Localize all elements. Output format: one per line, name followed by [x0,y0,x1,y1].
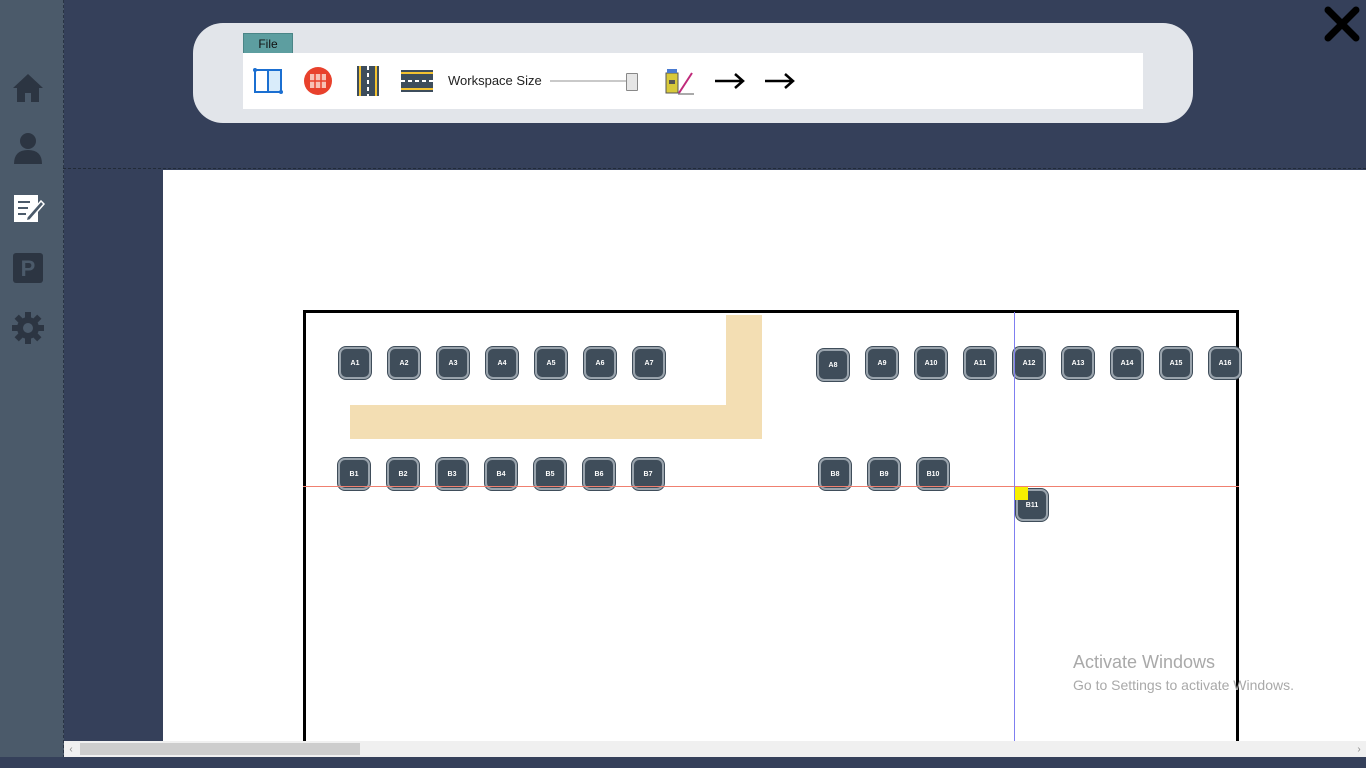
arrow-right-button-2[interactable] [763,65,797,97]
arrow-right-icon [765,73,795,89]
parking-slot-a8[interactable]: A8 [817,349,849,381]
vertical-road-tool-button[interactable] [353,65,383,97]
svg-text:P: P [21,256,36,281]
scroll-left-arrow[interactable]: ‹ [64,741,78,757]
parking-slot-a15[interactable]: A15 [1160,347,1192,379]
activate-windows-subtitle: Go to Settings to activate Windows. [1073,677,1294,693]
parking-slot-a1[interactable]: A1 [339,347,371,379]
close-icon [1324,6,1360,42]
workspace-size-slider-track[interactable] [550,80,638,82]
parking-slot-a2[interactable]: A2 [388,347,420,379]
nav-editor-button[interactable] [10,190,46,226]
frame-tool-button[interactable] [253,65,283,97]
edit-icon [14,195,45,223]
activate-windows-title: Activate Windows [1073,652,1216,672]
gear-icon [12,312,44,344]
arrow-right-button-1[interactable] [713,65,747,97]
parking-slot-a6[interactable]: A6 [584,347,616,379]
road-vertical[interactable] [726,315,762,439]
file-menu-tab[interactable]: File [243,33,293,54]
nav-parking-button[interactable]: P [10,250,46,286]
paint-tool-icon [665,69,694,95]
paint-tool-button[interactable] [663,65,695,97]
parking-slot-a16[interactable]: A16 [1209,347,1241,379]
bottom-strip [0,757,1366,768]
frame-tool-icon [253,68,283,94]
parking-slot-a7[interactable]: A7 [633,347,665,379]
alignment-guide-horizontal [303,486,1239,487]
parking-slot-a5[interactable]: A5 [535,347,567,379]
header-separator [63,168,1366,169]
horizontal-road-tool-icon [401,70,433,92]
nav-user-button[interactable] [10,130,46,166]
close-button[interactable] [1322,4,1362,44]
grid-tool-icon [304,67,332,95]
vertical-road-tool-icon [357,66,379,96]
parking-icon: P [13,253,43,283]
selection-handle[interactable] [1015,487,1028,500]
parking-slot-a12[interactable]: A12 [1013,347,1045,379]
tool-strip: Workspace Size [243,53,1143,109]
left-nav-rail: P [0,0,64,768]
parking-slot-a3[interactable]: A3 [437,347,469,379]
parking-slot-a9[interactable]: A9 [866,347,898,379]
workspace-size-slider-thumb[interactable] [625,73,638,91]
parking-slot-a11[interactable]: A11 [964,347,996,379]
arrow-right-icon [715,73,745,89]
parking-slot-a10[interactable]: A10 [915,347,947,379]
road-horizontal[interactable] [350,405,762,439]
parking-slot-a13[interactable]: A13 [1062,347,1094,379]
horizontal-scrollbar-thumb[interactable] [80,743,360,755]
horizontal-road-tool-button[interactable] [401,65,433,97]
home-icon [13,74,43,102]
scroll-right-arrow[interactable]: › [1352,741,1366,757]
horizontal-scrollbar[interactable]: ‹ › [64,741,1366,757]
user-icon [14,133,42,164]
parking-slot-a4[interactable]: A4 [486,347,518,379]
nav-home-button[interactable] [10,70,46,106]
nav-settings-button[interactable] [10,310,46,346]
alignment-guide-vertical [1014,312,1015,741]
workspace-size-label: Workspace Size [448,73,542,88]
parking-slot-a14[interactable]: A14 [1111,347,1143,379]
grid-tool-button[interactable] [303,65,333,97]
